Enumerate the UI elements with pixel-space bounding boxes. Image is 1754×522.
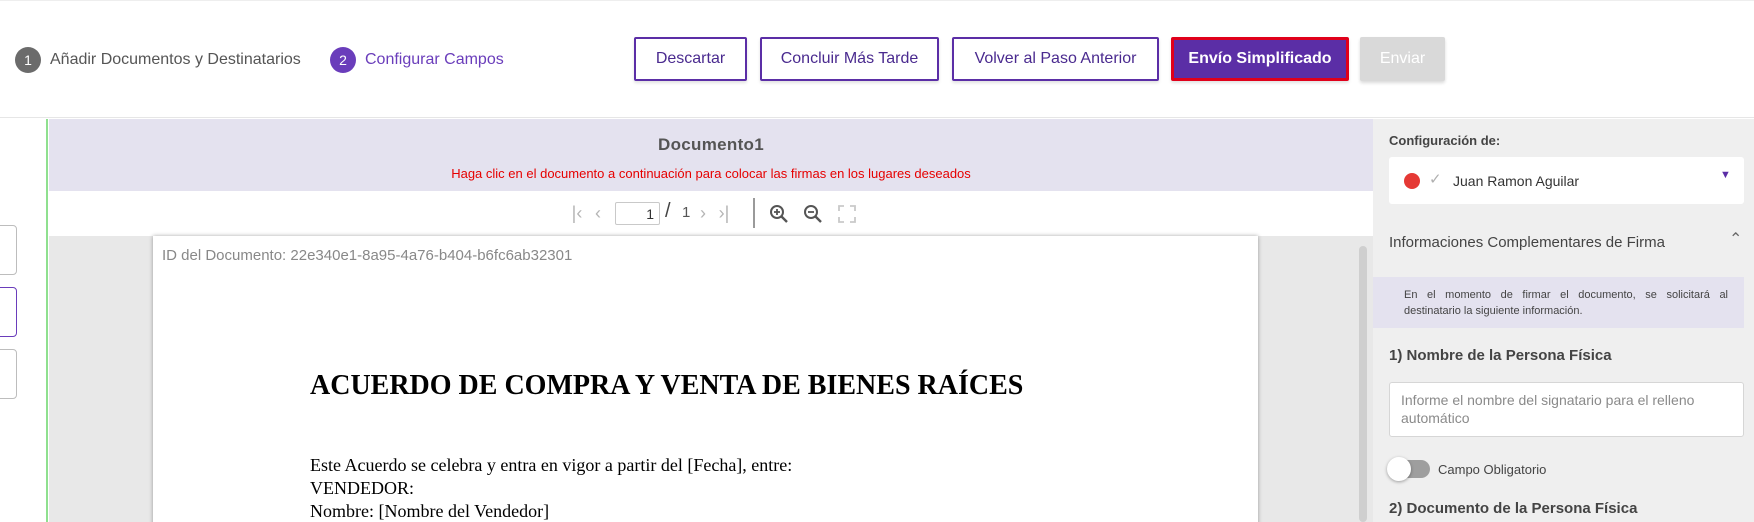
toggle-knob bbox=[1387, 457, 1411, 481]
step-label: Configurar Campos bbox=[365, 51, 504, 68]
signer-select[interactable]: ✓ Juan Ramon Aguilar ▼ bbox=[1389, 157, 1744, 204]
document-title: Documento1 bbox=[658, 135, 764, 154]
previous-step-button[interactable]: Volver al Paso Anterior bbox=[952, 37, 1159, 81]
section-title[interactable]: Informaciones Complementares de Firma bbox=[1389, 234, 1665, 251]
send-button[interactable]: Enviar bbox=[1360, 37, 1445, 81]
simplified-send-button[interactable]: Envío Simplificado bbox=[1171, 37, 1349, 81]
discard-button[interactable]: Descartar bbox=[634, 37, 747, 81]
document-hint: Haga clic en el documento a continuación… bbox=[451, 166, 971, 181]
field-tab[interactable] bbox=[0, 287, 17, 337]
chevron-up-icon[interactable]: ⌃ bbox=[1729, 229, 1742, 249]
fields-sidebar bbox=[0, 119, 48, 522]
step-number-badge: 2 bbox=[330, 47, 356, 73]
zoom-out-icon[interactable] bbox=[800, 191, 826, 236]
field-tab[interactable] bbox=[0, 225, 17, 275]
fullscreen-icon[interactable] bbox=[834, 191, 860, 236]
wizard-header: 1 Añadir Documentos y Destinatarios 2 Co… bbox=[0, 0, 1754, 118]
signer-color-dot bbox=[1404, 173, 1420, 189]
field-config-panel: Configuración de: ✓ Juan Ramon Aguilar ▼… bbox=[1373, 119, 1754, 522]
chevron-down-icon: ▼ bbox=[1720, 169, 1731, 181]
config-label: Configuración de: bbox=[1389, 133, 1501, 148]
document-canvas[interactable]: ID del Documento: 22e340e1-8a95-4a76-b40… bbox=[49, 236, 1373, 522]
info-message: En el momento de firmar el documento, se… bbox=[1373, 277, 1744, 328]
step-label: Añadir Documentos y Destinatarios bbox=[50, 51, 301, 68]
required-toggle[interactable] bbox=[1387, 457, 1430, 481]
app-window: 1 Añadir Documentos y Destinatarios 2 Co… bbox=[0, 0, 1754, 522]
document-line: VENDEDOR: bbox=[310, 478, 414, 498]
page-separator: / bbox=[665, 200, 671, 222]
document-header: Documento1 Haga clic en el documento a c… bbox=[49, 119, 1373, 191]
panel-scrollbar[interactable] bbox=[1359, 246, 1367, 522]
signer-name-field[interactable]: Informe el nombre del signatario para el… bbox=[1389, 382, 1744, 437]
document-heading: ACUERDO DE COMPRA Y VENTA DE BIENES RAÍC… bbox=[310, 370, 1024, 401]
required-label: Campo Obligatorio bbox=[1438, 462, 1547, 477]
field-title: 2) Documento de la Persona Física bbox=[1389, 500, 1638, 517]
document-page[interactable]: ID del Documento: 22e340e1-8a95-4a76-b40… bbox=[153, 236, 1258, 522]
step-configure-fields[interactable]: 2 Configurar Campos bbox=[330, 47, 504, 73]
document-line: Este Acuerdo se celebra y entra en vigor… bbox=[310, 455, 793, 475]
prev-page-icon[interactable]: ‹ bbox=[590, 191, 606, 236]
next-page-icon[interactable]: › bbox=[695, 191, 711, 236]
signer-name: Juan Ramon Aguilar bbox=[1453, 173, 1580, 189]
field-title: 1) Nombre de la Persona Física bbox=[1389, 347, 1612, 364]
last-page-icon[interactable]: ›| bbox=[713, 191, 735, 236]
document-line: Nombre: [Nombre del Vendedor] bbox=[310, 501, 550, 521]
field-tab[interactable] bbox=[0, 349, 17, 399]
viewer-toolbar: |‹ ‹ / 1 › ›| bbox=[49, 191, 1373, 236]
document-id: ID del Documento: 22e340e1-8a95-4a76-b40… bbox=[162, 247, 573, 264]
finish-later-button[interactable]: Concluir Más Tarde bbox=[760, 37, 939, 81]
zoom-in-icon[interactable] bbox=[766, 191, 792, 236]
page-number-input[interactable] bbox=[615, 202, 660, 225]
first-page-icon[interactable]: |‹ bbox=[566, 191, 588, 236]
check-icon: ✓ bbox=[1429, 171, 1442, 188]
step-number-badge: 1 bbox=[15, 47, 41, 73]
toolbar-divider bbox=[753, 198, 755, 228]
page-total: 1 bbox=[682, 204, 691, 221]
step-add-documents[interactable]: 1 Añadir Documentos y Destinatarios bbox=[15, 47, 301, 73]
